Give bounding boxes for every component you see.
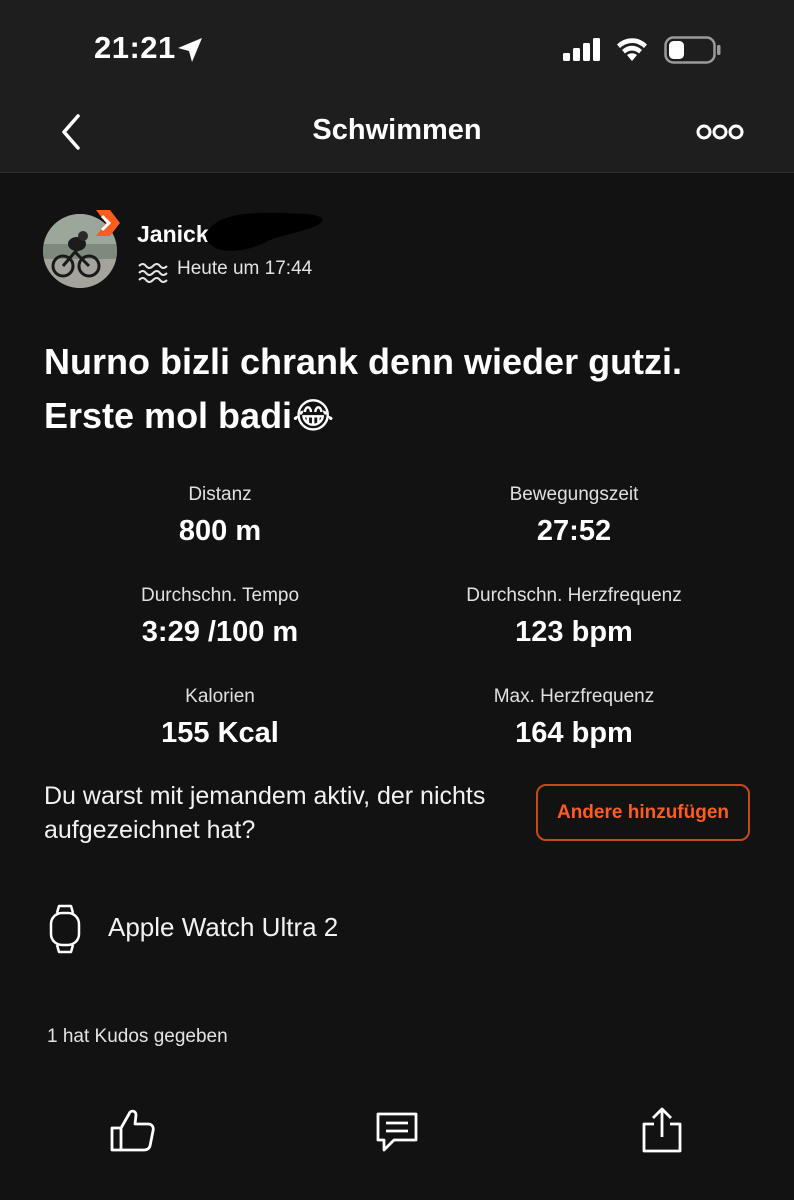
stat-calories: Kalorien 155 Kcal — [70, 686, 370, 750]
battery-icon — [664, 36, 721, 64]
stat-value: 3:29 /100 m — [141, 616, 299, 648]
partner-prompt-text: Du warst mit jemandem aktiv, der nichts … — [44, 782, 486, 844]
stat-distance: Distanz 800 m — [70, 484, 370, 548]
stat-value: 164 bpm — [515, 717, 633, 749]
thumbs-up-icon[interactable] — [108, 1106, 156, 1154]
stat-max-heart-rate: Max. Herzfrequenz 164 bpm — [424, 686, 724, 750]
stat-label: Distanz — [188, 484, 252, 505]
stat-avg-heart-rate: Durchschn. Herzfrequenz 123 bpm — [424, 585, 724, 649]
status-time: 21:21 — [94, 30, 176, 65]
share-icon[interactable] — [640, 1106, 684, 1154]
stat-value: 27:52 — [536, 515, 612, 547]
status-bar: 21:21 — [0, 0, 794, 96]
stat-value: 123 bpm — [515, 616, 633, 648]
navigation-bar: Schwimmen — [0, 96, 794, 173]
stat-label: Durchschn. Herzfrequenz — [466, 585, 682, 606]
location-arrow-icon — [178, 38, 202, 62]
stat-label: Bewegungszeit — [509, 484, 639, 505]
stat-label: Durchschn. Tempo — [140, 585, 300, 606]
stat-value: 800 m — [178, 515, 262, 547]
stat-label: Kalorien — [185, 686, 255, 707]
kudos-summary[interactable]: 1 hat Kudos gegeben — [47, 1026, 228, 1048]
add-others-button[interactable]: Andere hinzufügen — [536, 784, 750, 841]
watch-icon — [49, 904, 81, 954]
device-name[interactable]: Apple Watch Ultra 2 — [108, 912, 338, 943]
activity-title: Nurno bizli chrank denn wieder gutzi. Er… — [44, 341, 683, 436]
stat-label: Max. Herzfrequenz — [493, 686, 655, 707]
stat-moving-time: Bewegungszeit 27:52 — [424, 484, 724, 548]
page-title: Schwimmen — [312, 114, 482, 146]
stat-avg-pace: Durchschn. Tempo 3:29 /100 m — [70, 585, 370, 649]
athlete-name[interactable]: Janick — [137, 221, 209, 248]
stat-value: 155 Kcal — [161, 717, 279, 749]
comment-icon[interactable] — [374, 1110, 420, 1154]
cellular-signal-icon — [563, 38, 600, 61]
subscriber-badge-icon — [96, 210, 120, 236]
swim-waves-icon — [138, 263, 168, 283]
wifi-icon — [617, 38, 647, 61]
redacted-surname — [206, 212, 323, 251]
more-options-icon[interactable] — [696, 120, 744, 144]
activity-timestamp: Heute um 17:44 — [177, 258, 313, 279]
